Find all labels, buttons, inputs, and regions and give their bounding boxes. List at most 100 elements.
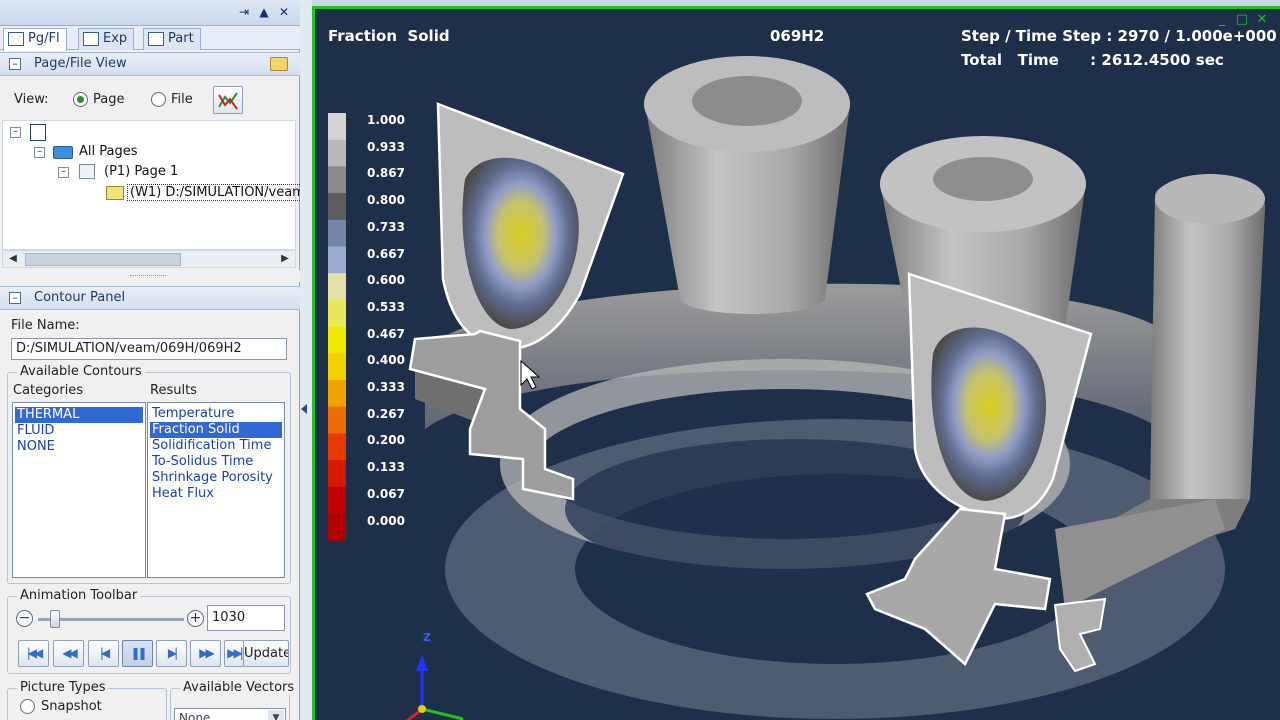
casting-model-render bbox=[328, 56, 1266, 720]
legend-swatch bbox=[328, 433, 346, 461]
animation-slider-thumb[interactable] bbox=[50, 610, 60, 628]
app-window: ⇥ ▲ ✕ Pg/Fl Exp Part – Page/File View Vi… bbox=[0, 0, 1280, 720]
list-item[interactable]: Solidification Time bbox=[150, 438, 282, 454]
panel-tabs: Pg/Fl Exp Part bbox=[0, 26, 300, 51]
folder-open-icon bbox=[53, 146, 73, 159]
tab-label: Pg/Fl bbox=[28, 31, 60, 46]
legend-value: 0.733 bbox=[367, 219, 405, 234]
maximize-icon[interactable]: □ bbox=[1235, 13, 1249, 27]
pin-icon[interactable]: ⇥ bbox=[236, 4, 252, 20]
results-list[interactable]: Temperature Fraction Solid Solidificatio… bbox=[147, 402, 285, 578]
legend-color-bar bbox=[328, 113, 346, 541]
legend-swatch bbox=[328, 246, 346, 274]
list-item[interactable]: THERMAL bbox=[15, 407, 143, 423]
chevron-down-icon[interactable]: ▼ bbox=[268, 710, 284, 720]
categories-label: Categories bbox=[13, 383, 84, 398]
vectors-select[interactable]: None ▼ bbox=[174, 708, 286, 720]
minimize-icon[interactable]: _ bbox=[1215, 13, 1229, 27]
view-page-radio[interactable] bbox=[73, 92, 88, 107]
zoom-in-icon[interactable]: + bbox=[187, 610, 204, 627]
legend-value: 0.867 bbox=[367, 166, 405, 181]
contour-panel-header[interactable]: – Contour Panel bbox=[0, 286, 300, 310]
legend-value: 0.600 bbox=[367, 273, 405, 288]
legend-swatch bbox=[328, 460, 346, 488]
section-title: Contour Panel bbox=[34, 290, 126, 305]
panel-splitter[interactable] bbox=[0, 270, 300, 282]
left-panel: ⇥ ▲ ✕ Pg/Fl Exp Part – Page/File View Vi… bbox=[0, 0, 308, 720]
page-file-view-header[interactable]: – Page/File View bbox=[0, 52, 300, 76]
chart-tool-icon bbox=[218, 92, 238, 110]
results-label: Results bbox=[150, 383, 197, 398]
collapse-icon[interactable]: – bbox=[9, 292, 21, 304]
scroll-left-icon[interactable]: ◀ bbox=[5, 252, 21, 266]
panel-collapse-strip[interactable] bbox=[300, 0, 312, 720]
legend-value: 0.333 bbox=[367, 380, 405, 394]
page-icon bbox=[79, 164, 95, 179]
pause-icon: ❚❚ bbox=[130, 646, 147, 660]
tree-expander[interactable]: – bbox=[34, 147, 45, 158]
tree-expander[interactable]: – bbox=[58, 167, 69, 178]
tree-item-window[interactable]: (W1) D:/SIMULATION/veam bbox=[127, 184, 308, 201]
time-readout: Total Time : 2612.4500 sec bbox=[961, 51, 1224, 69]
legend-swatch bbox=[328, 299, 346, 328]
tab-pg-fl[interactable]: Pg/Fl bbox=[3, 28, 67, 51]
step-forward-button[interactable]: ▶| bbox=[156, 640, 187, 667]
list-item[interactable]: Temperature bbox=[150, 406, 282, 422]
tree-horizontal-scrollbar[interactable]: ◀ ▶ bbox=[2, 250, 296, 268]
view-file-radio[interactable] bbox=[151, 92, 166, 107]
step-readout: Step / Time Step : 2970 / 1.000e+000 bbox=[961, 27, 1277, 45]
collapse-icon[interactable]: ▲ bbox=[256, 4, 272, 20]
rewind-icon: ◀◀ bbox=[62, 646, 78, 660]
legend-swatch bbox=[328, 406, 346, 434]
tree-expander[interactable]: – bbox=[10, 127, 21, 138]
legend-swatch bbox=[328, 326, 346, 354]
note-icon[interactable] bbox=[270, 57, 288, 71]
document-icon bbox=[30, 124, 46, 141]
section-title: Page/File View bbox=[34, 56, 127, 71]
legend-swatch bbox=[328, 380, 346, 408]
list-item[interactable]: NONE bbox=[15, 439, 143, 455]
list-item[interactable]: Shrinkage Porosity bbox=[150, 470, 282, 486]
riser-center bbox=[644, 56, 850, 314]
frame-field[interactable]: 1030 bbox=[207, 605, 285, 631]
chart-tool-button[interactable] bbox=[213, 86, 243, 114]
list-item[interactable]: To-Solidus Time bbox=[150, 454, 282, 470]
first-frame-button[interactable]: |◀◀ bbox=[18, 640, 49, 667]
update-button[interactable]: Update bbox=[243, 640, 289, 667]
available-contours-title: Available Contours bbox=[17, 364, 145, 379]
tab-label: Part bbox=[168, 31, 194, 46]
part-icon bbox=[148, 32, 164, 46]
file-name-label: File Name: bbox=[11, 318, 80, 333]
snapshot-label: Snapshot bbox=[41, 699, 102, 714]
legend-value: 0.400 bbox=[367, 353, 405, 368]
categories-list[interactable]: THERMAL FLUID NONE bbox=[12, 402, 146, 578]
legend-value: 1.000 bbox=[367, 113, 405, 127]
list-item[interactable]: FLUID bbox=[15, 423, 143, 439]
pause-button[interactable]: ❚❚ bbox=[122, 640, 153, 667]
list-item[interactable]: Heat Flux bbox=[150, 486, 282, 502]
tab-exp[interactable]: Exp bbox=[78, 28, 135, 50]
tree-item-all-pages[interactable]: All Pages bbox=[79, 144, 138, 159]
close-icon[interactable]: ✕ bbox=[276, 4, 292, 20]
scroll-right-icon[interactable]: ▶ bbox=[277, 252, 293, 266]
animation-toolbar-title: Animation Toolbar bbox=[17, 588, 141, 603]
step-back-button[interactable]: |◀ bbox=[88, 640, 119, 667]
close-window-icon[interactable]: ✕ bbox=[1255, 13, 1269, 27]
scroll-thumb[interactable] bbox=[25, 253, 181, 266]
zoom-out-icon[interactable]: − bbox=[16, 610, 33, 627]
last-frame-button[interactable]: ▶▶| bbox=[224, 640, 244, 667]
tree-item-page[interactable]: (P1) Page 1 bbox=[104, 164, 178, 179]
legend-swatch bbox=[328, 219, 346, 247]
list-item[interactable]: Fraction Solid bbox=[150, 422, 282, 438]
collapse-icon[interactable]: – bbox=[9, 58, 21, 70]
rewind-button[interactable]: ◀◀ bbox=[53, 640, 84, 667]
model-name: 069H2 bbox=[770, 27, 825, 45]
legend-value: 0.800 bbox=[367, 193, 405, 208]
file-name-field[interactable]: D:/SIMULATION/veam/069H/069H2 bbox=[11, 338, 287, 360]
snapshot-radio[interactable] bbox=[20, 699, 35, 714]
step-forward-icon: ▶| bbox=[167, 646, 178, 660]
tab-part[interactable]: Part bbox=[143, 28, 201, 50]
simulation-viewport[interactable]: Fraction Solid 069H2 Step / Time Step : … bbox=[312, 6, 1280, 720]
fast-forward-button[interactable]: ▶▶ bbox=[190, 640, 221, 667]
collapse-left-icon[interactable] bbox=[301, 404, 307, 414]
